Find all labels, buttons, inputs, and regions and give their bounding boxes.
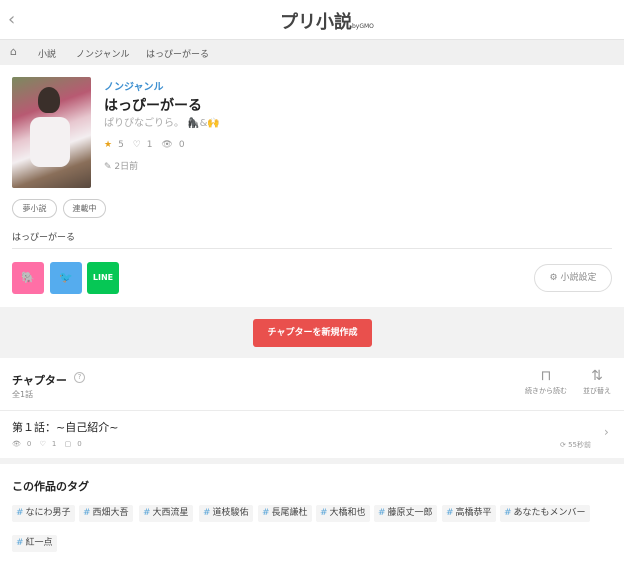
breadcrumb-item-current: はっぴーがーる <box>146 50 210 60</box>
novel-cover-image[interactable] <box>12 77 91 188</box>
novel-author[interactable]: ぱりぴなごりら。 🦍&🙌 <box>104 114 220 129</box>
create-chapter-button[interactable]: チャプターを新規作成 <box>253 319 372 347</box>
tag-item[interactable]: # 道枝駿佑 <box>199 505 253 522</box>
twitter-icon[interactable]: 🐦 <box>50 262 82 294</box>
eye-icon: 👁 <box>12 440 21 448</box>
tag-item[interactable]: # 藤原丈一郎 <box>374 505 437 522</box>
chevron-right-icon[interactable]: › <box>604 425 609 439</box>
badge-dream-novel[interactable]: 夢小説 <box>12 199 57 218</box>
chevron-left-icon[interactable]: ‹ <box>8 9 15 30</box>
breadcrumb: ⌂ 小説 ノンジャンル はっぴーがーる <box>0 40 624 65</box>
sort-button[interactable]: ⇅ 並び替え <box>578 368 616 396</box>
tag-item[interactable]: # 西畑大吾 <box>79 505 133 522</box>
pencil-icon: ✎ <box>104 162 115 172</box>
site-logo[interactable]: プリ小説byGMO <box>280 8 374 34</box>
chapter-title[interactable]: 第１話：~自己紹介~ <box>12 419 118 435</box>
novel-settings-button[interactable]: ⚙ 小説設定 <box>534 264 612 292</box>
chapter-heading: チャプター <box>12 374 67 387</box>
star-icon: ★ <box>104 140 113 150</box>
comment-icon: ▢ <box>64 440 72 448</box>
tag-item[interactable]: # 長尾謙杜 <box>258 505 312 522</box>
sort-icon: ⇅ <box>591 368 603 384</box>
tag-item[interactable]: # なにわ男子 <box>12 505 75 522</box>
novel-title: はっぴーがーる <box>104 98 202 114</box>
novel-stats: ★ 5 ♡ 1 👁 0 <box>104 140 191 150</box>
novel-updated: ✎ 2日前 <box>104 162 139 172</box>
help-icon[interactable]: ? <box>74 372 85 383</box>
heart-count: 1 <box>146 140 153 150</box>
breadcrumb-item-genre[interactable]: ノンジャンル <box>76 47 130 60</box>
chapter-meta: 👁 0 ♡ 1 ▢ 0 <box>12 440 82 448</box>
home-icon[interactable]: ⌂ <box>10 45 17 58</box>
continue-reading-button[interactable]: ⊓ 続きから読む <box>521 368 571 396</box>
novel-description: はっぴーがーる <box>12 233 76 243</box>
heart-icon: ♡ <box>132 140 141 150</box>
gear-icon: ⚙ <box>549 273 561 283</box>
app-header: ‹ プリ小説byGMO <box>0 0 624 40</box>
tag-item[interactable]: # 紅一点 <box>12 535 57 552</box>
tag-item[interactable]: # 大西流星 <box>139 505 193 522</box>
chapter-time: ⟳ 55秒前 <box>560 441 592 449</box>
eye-icon: 👁 <box>161 140 173 150</box>
section-gap <box>0 458 624 464</box>
bookmark-icon: ⊓ <box>540 368 552 384</box>
breadcrumb-item-novel[interactable]: 小説 <box>38 47 56 60</box>
clock-icon: ⟳ <box>560 441 569 449</box>
tag-item[interactable]: # 大橋和也 <box>316 505 370 522</box>
line-icon[interactable]: LINE <box>87 262 119 294</box>
tag-item[interactable]: # 高橋恭平 <box>442 505 496 522</box>
elephant-share-icon[interactable]: 🐘 <box>12 262 44 294</box>
star-count: 5 <box>118 140 124 150</box>
divider <box>12 248 612 249</box>
view-count: 0 <box>178 140 185 150</box>
novel-genre-link[interactable]: ノンジャンル <box>104 78 164 93</box>
tag-item[interactable]: # あなたもメンバー <box>500 505 590 522</box>
heart-icon: ♡ <box>39 440 46 448</box>
tags-heading: この作品のタグ <box>12 480 89 493</box>
badge-serializing: 連載中 <box>63 199 106 218</box>
chapter-count: 全1話 <box>12 390 34 399</box>
